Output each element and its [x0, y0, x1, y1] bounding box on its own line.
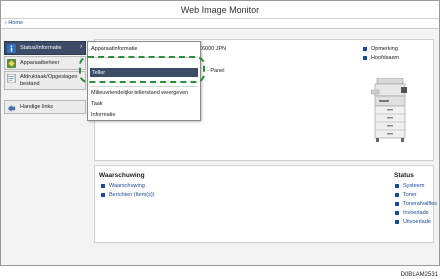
- sidebar-item-print-jobs[interactable]: Afdruktaak/Opgeslagen bestand: [4, 71, 86, 90]
- status-list: Systeem Toner Tonerafvalfles Invoerlade …: [395, 183, 437, 228]
- menu-item-eco-counter[interactable]: Milieuvriendelijke tellerstand weergeven: [91, 90, 188, 96]
- bullet-icon: [101, 183, 105, 188]
- sidebar-item-useful-links[interactable]: Handige links: [4, 100, 86, 114]
- sidebar-item-label: Apparaatbeheer: [20, 60, 60, 66]
- sidebar-item-status-info[interactable]: Status/Informatie ›: [4, 41, 86, 55]
- app-title: Web Image Monitor: [180, 5, 260, 15]
- menu-item-information[interactable]: Informatie: [91, 112, 115, 118]
- chevron-right-icon: ›: [80, 44, 82, 50]
- nav-bar: ‹ Home: [1, 19, 439, 29]
- info-icon: [7, 44, 16, 53]
- status-link-toner[interactable]: Toner: [395, 192, 437, 201]
- device-model: C6000 JPN: [198, 46, 227, 52]
- warnings-status-panel: Waarschuwing Waarschuwing Berichten (Ite…: [94, 165, 437, 243]
- legend-item: Opmerking: [363, 46, 433, 55]
- legend: Opmerking Hoofdsaam: [363, 46, 433, 64]
- title-bar: Web Image Monitor: [1, 1, 439, 19]
- sidebar-item-device-management[interactable]: Apparaatbeheer: [4, 56, 86, 70]
- bullet-icon: [395, 183, 399, 188]
- warnings-title: Waarschuwing: [99, 172, 145, 179]
- links-icon: [7, 104, 16, 112]
- legend-item: Hoofdsaam: [363, 55, 433, 64]
- browser-frame: Web Image Monitor ‹ Home Status/Informat…: [0, 0, 440, 266]
- menu-separator: [90, 86, 198, 87]
- status-link-output-tray[interactable]: Uitvoerlade: [395, 219, 437, 228]
- warning-link[interactable]: Waarschuwing: [101, 183, 155, 192]
- status-link-input-tray[interactable]: Invoerlade: [395, 210, 437, 219]
- status-link-waste-toner[interactable]: Tonerafvalfles: [395, 201, 437, 210]
- panel-label: - Panel: [207, 68, 225, 74]
- bullet-icon: [395, 201, 399, 206]
- bullet-icon: [395, 210, 399, 215]
- legend-marker-icon: [363, 55, 367, 60]
- sidebar-item-label: Afdruktaak/Opgeslagen bestand: [20, 74, 78, 87]
- document-icon: [7, 74, 16, 83]
- sidebar-item-label: Status/Informatie: [20, 45, 62, 51]
- figure-caption: D0BLAM2531: [400, 272, 438, 278]
- bullet-icon: [101, 192, 105, 197]
- bullet-icon: [395, 219, 399, 224]
- menu-item-job[interactable]: Taak: [91, 101, 103, 107]
- printer-image: [371, 78, 407, 142]
- callout-highlight: [79, 56, 205, 83]
- menu-item-device-info[interactable]: Apparaatinformatie: [91, 46, 137, 52]
- messages-link[interactable]: Berichten (Item(s)): [101, 192, 155, 201]
- warnings-list: Waarschuwing Berichten (Item(s)): [101, 183, 155, 201]
- home-link[interactable]: ‹ Home: [5, 20, 23, 26]
- legend-marker-icon: [363, 46, 367, 51]
- bullet-icon: [395, 192, 399, 197]
- status-link-system[interactable]: Systeem: [395, 183, 437, 192]
- sidebar: Status/Informatie › Apparaatbeheer Afdru…: [4, 41, 86, 115]
- status-title: Status: [394, 172, 414, 179]
- device-management-icon: [7, 59, 16, 68]
- sidebar-item-label: Handige links: [20, 104, 54, 110]
